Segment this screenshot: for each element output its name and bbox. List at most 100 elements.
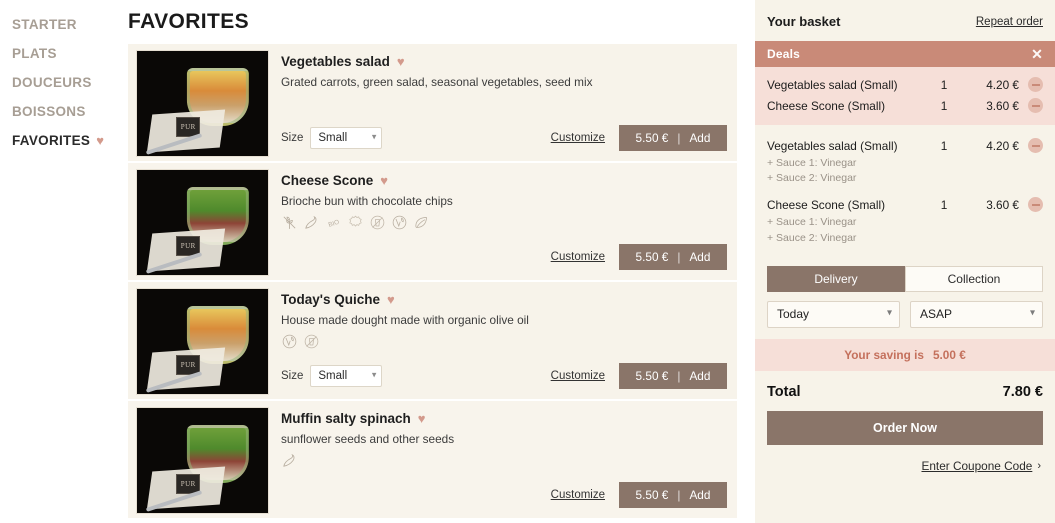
order-now-button[interactable]: Order Now xyxy=(767,410,1043,445)
add-label: Add xyxy=(689,131,711,145)
size-select[interactable]: Small xyxy=(310,127,383,149)
add-to-cart-button[interactable]: 5.50 € | Add xyxy=(619,125,727,151)
gluten-free-icon xyxy=(283,216,296,230)
total-value: 7.80 € xyxy=(1002,383,1043,400)
fulfillment-toggle: Delivery Collection xyxy=(755,260,1055,292)
product-thumbnail[interactable]: PUR xyxy=(136,169,269,276)
product-row: PUR Today's Quiche ♥ House made dought m… xyxy=(128,282,737,401)
product-description: sunflower seeds and other seeds xyxy=(281,432,455,446)
day-select[interactable]: Today xyxy=(767,300,900,328)
savings-banner: Your saving is 5.00 € xyxy=(755,338,1055,371)
remove-deal-item-button[interactable] xyxy=(1019,77,1043,92)
when-selectors: Today ▾ ASAP ▾ xyxy=(755,292,1055,328)
deal-item-name: Cheese Scone (Small) xyxy=(767,98,886,113)
product-info: Cheese Scone ♥ Brioche bun with chocolat… xyxy=(281,169,727,274)
customize-link[interactable]: Customize xyxy=(551,370,605,382)
product-actions: Customize 5.50 € | Add xyxy=(281,482,727,508)
sidebar-item-starter[interactable]: STARTER xyxy=(10,10,128,39)
add-to-cart-button[interactable]: 5.50 € | Add xyxy=(619,363,727,389)
basket-items: Vegetables salad (Small) 1 4.20 € + Sauc… xyxy=(755,125,1055,260)
favorite-heart-icon[interactable]: ♥ xyxy=(387,293,395,306)
basket-item-qty: 1 xyxy=(940,197,948,212)
product-name: Vegetables salad xyxy=(281,54,390,69)
product-actions: Customize 5.50 € | Add xyxy=(281,244,727,270)
basket-item-option: + Sauce 1: Vinegar xyxy=(767,157,857,169)
product-name: Cheese Scone xyxy=(281,173,374,188)
product-price: 5.50 € xyxy=(635,488,669,502)
favorite-heart-icon[interactable]: ♥ xyxy=(397,55,405,68)
add-to-cart-button[interactable]: 5.50 € | Add xyxy=(619,482,727,508)
minus-icon xyxy=(1028,197,1043,213)
remove-basket-item-button[interactable] xyxy=(1019,197,1043,213)
sidebar-item-boissons[interactable]: BOISSONS xyxy=(10,97,128,126)
page-title: FAVORITES xyxy=(128,10,250,33)
deal-item-price: 4.20 € xyxy=(986,77,1019,92)
product-name: Today's Quiche xyxy=(281,292,380,307)
customize-link[interactable]: Customize xyxy=(551,251,605,263)
size-select-wrapper: Small ▾ xyxy=(310,365,383,387)
customize-link[interactable]: Customize xyxy=(551,132,605,144)
lactose-free-icon xyxy=(304,335,319,349)
product-thumbnail[interactable]: PUR xyxy=(136,407,269,514)
product-actions: Size Small ▾ Customize 5.50 € | Add xyxy=(281,125,727,151)
product-row: PUR Vegetables salad ♥ Grated carrots, g… xyxy=(128,44,737,163)
product-price: 5.50 € xyxy=(635,369,669,383)
savings-label: Your saving is xyxy=(844,347,924,362)
product-info: Today's Quiche ♥ House made dought made … xyxy=(281,288,727,393)
remove-deal-item-button[interactable] xyxy=(1019,98,1043,113)
deal-item-row: Vegetables salad (Small) 1 4.20 € xyxy=(767,74,1043,95)
product-right-actions: Customize 5.50 € | Add xyxy=(551,125,727,151)
main-content: FAVORITES PUR Vegetables salad ♥ Grated … xyxy=(128,0,755,523)
basket-item-price: 3.60 € xyxy=(986,197,1019,212)
product-price: 5.50 € xyxy=(635,131,669,145)
size-select[interactable]: Small xyxy=(310,365,383,387)
customize-link[interactable]: Customize xyxy=(551,489,605,501)
time-select-wrapper: ASAP ▾ xyxy=(910,300,1043,328)
lactose-free-icon xyxy=(370,216,385,230)
product-thumbnail[interactable]: PUR xyxy=(136,50,269,157)
favorite-heart-icon[interactable]: ♥ xyxy=(418,412,426,425)
size-selector-group: Size Small ▾ xyxy=(281,127,383,149)
coupon-link[interactable]: Enter Coupone Code › xyxy=(755,445,1055,473)
close-icon[interactable]: ✕ xyxy=(1031,47,1043,61)
sidebar-item-label: BOISSONS xyxy=(12,104,86,119)
basket-panel: Your basket Repeat order Deals ✕ Vegetab… xyxy=(755,0,1055,523)
deals-title: Deals xyxy=(767,47,801,61)
favorite-heart-icon[interactable]: ♥ xyxy=(380,174,388,187)
product-info: Vegetables salad ♥ Grated carrots, green… xyxy=(281,50,727,155)
app-root: STARTER PLATS DOUCEURS BOISSONS FAVORITE… xyxy=(0,0,1055,523)
product-name: Muffin salty spinach xyxy=(281,411,411,426)
basket-item-option: + Sauce 1: Vinegar xyxy=(767,216,857,229)
dietary-icons xyxy=(281,333,727,350)
chili-icon xyxy=(283,454,295,468)
sidebar-item-favorites[interactable]: FAVORITES ♥ xyxy=(10,126,128,155)
sidebar-item-plats[interactable]: PLATS xyxy=(10,39,128,68)
heart-icon: ♥ xyxy=(96,133,105,148)
button-separator: | xyxy=(677,369,681,383)
time-select[interactable]: ASAP xyxy=(910,300,1043,328)
delivery-tab[interactable]: Delivery xyxy=(767,265,905,292)
remove-basket-item-button[interactable] xyxy=(1019,138,1043,153)
chili-icon xyxy=(305,216,317,230)
minus-icon xyxy=(1028,77,1043,92)
basket-item-row: Cheese Scone (Small) 1 3.60 € xyxy=(767,194,1043,215)
add-label: Add xyxy=(689,369,711,383)
add-to-cart-button[interactable]: 5.50 € | Add xyxy=(619,244,727,270)
size-label: Size xyxy=(281,370,304,382)
repeat-order-link[interactable]: Repeat order xyxy=(976,16,1043,28)
product-name-row: Vegetables salad ♥ xyxy=(281,54,727,69)
button-separator: | xyxy=(677,131,681,145)
sidebar-item-label: STARTER xyxy=(12,17,77,32)
vegan-leaf-icon xyxy=(415,217,427,229)
deals-header: Deals ✕ xyxy=(755,41,1055,67)
product-list: PUR Vegetables salad ♥ Grated carrots, g… xyxy=(128,44,737,520)
button-separator: | xyxy=(677,250,681,264)
product-right-actions: Customize 5.50 € | Add xyxy=(551,244,727,270)
sidebar-item-douceurs[interactable]: DOUCEURS xyxy=(10,68,128,97)
sidebar-item-label: DOUCEURS xyxy=(12,75,92,90)
chevron-right-icon: › xyxy=(1037,459,1041,472)
collection-tab[interactable]: Collection xyxy=(905,265,1043,292)
product-description: House made dought made with organic oliv… xyxy=(281,313,529,327)
basket-item-row: Vegetables salad (Small) 1 4.20 € xyxy=(767,135,1043,156)
product-thumbnail[interactable]: PUR xyxy=(136,288,269,395)
